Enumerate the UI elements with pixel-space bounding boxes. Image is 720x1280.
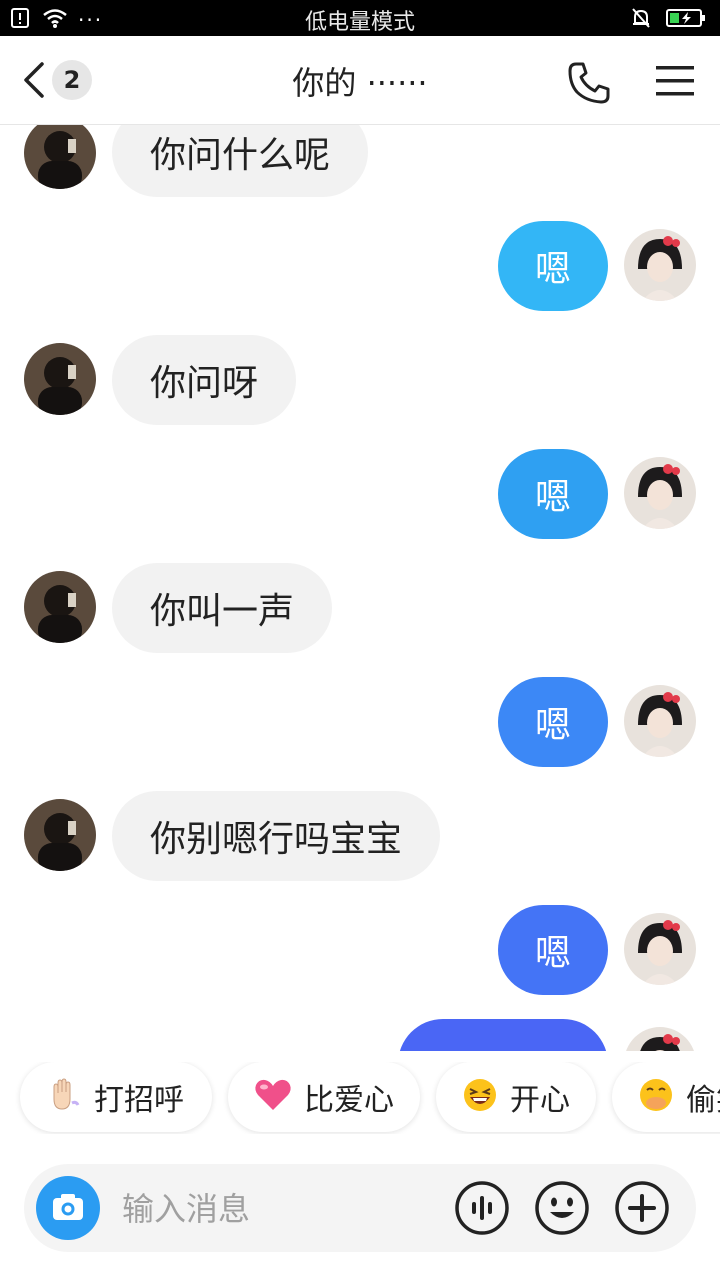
my-avatar[interactable] bbox=[624, 913, 696, 985]
message-input-bar: 输入消息 bbox=[24, 1164, 696, 1252]
quick-reply-label: 偷笑 bbox=[686, 1083, 720, 1118]
my-avatar[interactable] bbox=[624, 457, 696, 529]
incoming-message-bubble[interactable]: 你问什么呢 bbox=[112, 125, 369, 197]
menu-button[interactable] bbox=[654, 62, 698, 102]
chat-header: 2 你的 ······ bbox=[0, 36, 720, 125]
quick-reply-chip[interactable]: 比爱心 bbox=[228, 1062, 420, 1132]
my-avatar[interactable] bbox=[624, 1027, 696, 1051]
battery-icon bbox=[666, 8, 706, 32]
waving-hand-icon bbox=[46, 1077, 82, 1118]
camera-button[interactable] bbox=[36, 1176, 100, 1240]
quick-reply-chip[interactable]: 开心 bbox=[436, 1062, 596, 1132]
laughing-face-icon bbox=[462, 1077, 498, 1118]
contact-avatar[interactable] bbox=[24, 343, 96, 415]
quick-reply-label: 打招呼 bbox=[94, 1083, 184, 1118]
status-bar: ··· 低电量模式 bbox=[0, 0, 720, 36]
hamburger-menu-icon bbox=[656, 66, 694, 96]
quick-reply-chip[interactable]: 打招呼 bbox=[20, 1062, 212, 1132]
incoming-message-bubble[interactable]: 你叫一声 bbox=[112, 563, 333, 653]
smiley-face-icon bbox=[535, 1181, 589, 1235]
contact-avatar[interactable] bbox=[24, 799, 96, 871]
quick-reply-label: 开心 bbox=[510, 1083, 570, 1118]
phone-icon bbox=[568, 62, 610, 104]
peeking-face-icon bbox=[638, 1077, 674, 1118]
plus-circle-icon bbox=[615, 1181, 669, 1235]
more-actions-button[interactable] bbox=[614, 1180, 670, 1236]
contact-avatar[interactable] bbox=[24, 125, 96, 189]
outgoing-message-bubble[interactable]: 嗯 bbox=[498, 221, 608, 311]
incoming-message-bubble[interactable]: 你问呀 bbox=[112, 335, 297, 425]
quick-reply-chip[interactable]: 偷笑 bbox=[612, 1062, 720, 1132]
outgoing-message-bubble[interactable]: 嗯 bbox=[498, 677, 608, 767]
outgoing-message-bubble[interactable]: 嗯 bbox=[498, 449, 608, 539]
incoming-message-bubble[interactable]: 你别嗯行吗宝宝 bbox=[112, 791, 441, 881]
camera-icon bbox=[53, 1194, 83, 1220]
voice-wave-icon bbox=[455, 1181, 509, 1235]
outgoing-message-bubble[interactable]: 嗯 bbox=[498, 905, 608, 995]
heart-icon bbox=[254, 1078, 292, 1117]
my-avatar[interactable] bbox=[624, 229, 696, 301]
low-power-mode-label: 低电量模式 bbox=[304, 10, 415, 35]
message-list[interactable]: 你问什么呢 嗯 你问呀 嗯 你叫一声 嗯 你别嗯行吗宝宝 嗯 bbox=[0, 125, 720, 1051]
emoji-button[interactable] bbox=[534, 1180, 590, 1236]
chat-title: 你的 ······ bbox=[292, 64, 428, 102]
message-input[interactable]: 输入消息 bbox=[122, 1184, 250, 1230]
quick-reply-label: 比爱心 bbox=[304, 1083, 394, 1118]
mute-bell-icon bbox=[630, 7, 652, 33]
contact-avatar[interactable] bbox=[24, 571, 96, 643]
quick-reply-bar: 打招呼 比爱心 开心 偷笑 bbox=[0, 1062, 720, 1134]
outgoing-message-bubble-partial[interactable] bbox=[398, 1019, 608, 1051]
voice-message-button[interactable] bbox=[454, 1180, 510, 1236]
voice-call-button[interactable] bbox=[566, 60, 612, 106]
my-avatar[interactable] bbox=[624, 685, 696, 757]
